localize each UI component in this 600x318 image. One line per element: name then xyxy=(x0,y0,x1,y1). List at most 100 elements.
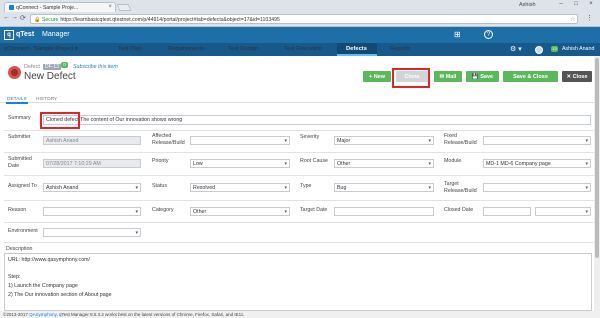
target-date-input[interactable] xyxy=(334,207,434,216)
avatar[interactable] xyxy=(535,46,543,54)
mail-button[interactable]: ✉ Mail xyxy=(434,71,462,82)
module-value: MD-1 MD-6 Company page xyxy=(486,161,551,167)
assigned-to-select[interactable]: Ashish Anand ▾ xyxy=(43,183,141,192)
help-icon[interactable]: ? xyxy=(484,30,493,39)
module-select[interactable]: MD-1 MD-6 Company page ▾ xyxy=(483,159,591,168)
reload-icon[interactable]: ⟳ xyxy=(20,14,26,22)
priority-label: Priority xyxy=(152,158,169,164)
forward-icon[interactable]: → xyxy=(11,14,18,21)
save-close-button[interactable]: Save & Close xyxy=(503,71,558,82)
project-selector[interactable]: qConnect - Sample Project ▾ xyxy=(4,46,78,52)
root-cause-label: Root Cause xyxy=(300,158,328,164)
chevron-down-icon: ▾ xyxy=(284,209,287,215)
description-line: URL: http://www.qasymphony.com/ xyxy=(8,257,91,263)
description-line: 2) The Our innovation section of About p… xyxy=(8,291,112,298)
settings-gear-icon[interactable]: ⚙ ▾ xyxy=(510,45,522,53)
reason-label: Reason xyxy=(8,207,27,213)
closed-time-select[interactable]: ▾ xyxy=(535,207,591,216)
secure-label: 🔒 Secure xyxy=(34,17,59,23)
scrollbar-thumb[interactable] xyxy=(595,58,599,258)
notification-badge[interactable]: 13 xyxy=(551,46,558,52)
nav-requirements[interactable]: Requirements xyxy=(168,46,204,52)
bookmark-star-icon[interactable]: ☆ xyxy=(570,15,576,23)
environment-label: Environment xyxy=(8,228,38,234)
chevron-down-icon: ▾ xyxy=(135,230,138,236)
app-header xyxy=(0,27,600,43)
grid-icon[interactable]: ⊞ xyxy=(454,30,461,39)
status-select[interactable]: Resolved ▾ xyxy=(190,183,290,192)
severity-value: Major xyxy=(337,138,351,144)
chevron-down-icon: ▾ xyxy=(428,138,431,144)
defect-count-badge: 0 xyxy=(61,62,68,68)
nav-defects[interactable]: Defects xyxy=(346,46,367,52)
chevron-down-icon: ▾ xyxy=(135,185,138,191)
reason-select[interactable]: ▾ xyxy=(43,207,141,216)
severity-label: Severity xyxy=(300,134,320,140)
user-name[interactable]: Ashish Anand xyxy=(562,46,594,52)
priority-select[interactable]: Low ▾ xyxy=(190,159,290,168)
divider xyxy=(4,242,596,243)
submitted-date-field: 07/28/2017 7:10:29 AM xyxy=(43,159,141,168)
affected-release-select[interactable]: ▾ xyxy=(190,136,290,145)
tab-details-underline xyxy=(6,102,28,104)
chevron-down-icon: ▾ xyxy=(585,161,588,167)
chevron-down-icon: ▾ xyxy=(284,185,287,191)
tab-history[interactable]: HISTORY xyxy=(36,97,57,102)
description-editor[interactable]: URL: http://www.qasymphony.com/ Step: 1)… xyxy=(4,253,592,311)
tab-title: qConnect - Sample Proje... xyxy=(16,5,79,11)
chevron-down-icon: ▾ xyxy=(585,138,588,144)
assigned-to-label: Assigned To xyxy=(8,183,37,189)
page-title: New Defect xyxy=(24,71,76,82)
tab-close-icon[interactable]: × xyxy=(108,4,112,10)
summary-input[interactable]: Cloned defect The content of Our innovat… xyxy=(43,115,591,125)
description-line: 1) Launch the Company page xyxy=(8,283,78,290)
fixed-release-label: Fixed Release/Build xyxy=(444,133,477,146)
window-close-button[interactable]: × xyxy=(585,1,597,9)
back-icon[interactable]: ← xyxy=(3,14,10,21)
category-select[interactable]: Other ▾ xyxy=(190,207,290,216)
logo-icon: q xyxy=(4,30,14,40)
window-maximize-button[interactable]: □ xyxy=(570,1,582,9)
new-button[interactable]: + New xyxy=(363,71,391,82)
severity-select[interactable]: Major ▾ xyxy=(334,136,434,145)
close-button[interactable]: ✕ Close xyxy=(562,71,592,82)
subscribe-link[interactable]: Subscribe this item xyxy=(73,64,118,70)
target-release-select[interactable]: ▾ xyxy=(483,183,591,192)
browser-profile-chip[interactable]: Ashish xyxy=(519,2,536,8)
nav-test-execution[interactable]: Test Execution xyxy=(284,46,322,52)
browser-menu-icon[interactable]: ⋮ xyxy=(586,14,593,22)
footer-copyright: ©2013-2017 xyxy=(3,312,28,317)
chevron-down-icon: ▾ xyxy=(585,209,588,215)
description-line xyxy=(8,265,588,274)
divider xyxy=(4,175,596,176)
footer-company-link[interactable]: QASymphony xyxy=(29,312,56,317)
nav-test-plan[interactable]: Test Plan xyxy=(118,46,142,52)
summary-label: Summary xyxy=(8,115,31,121)
closed-date-input[interactable] xyxy=(483,207,531,216)
clone-highlight-box xyxy=(392,68,430,88)
status-label: Status xyxy=(152,183,168,189)
window-minimize-button[interactable]: – xyxy=(555,1,567,9)
address-bar[interactable]: 🔒 Secure https://learnbasicqtest.qtestnet… xyxy=(30,14,578,24)
summary-value: The content of Our innovation shows wron… xyxy=(80,117,183,123)
root-cause-select[interactable]: Other ▾ xyxy=(334,159,434,168)
closed-date-label: Closed Date xyxy=(444,207,474,213)
type-select[interactable]: Bug ▾ xyxy=(334,183,434,192)
module-label: Module xyxy=(444,158,462,164)
fixed-release-select[interactable]: ▾ xyxy=(483,136,591,145)
root-cause-value: Other xyxy=(337,161,351,167)
environment-select[interactable]: ▾ xyxy=(43,228,141,237)
bug-icon xyxy=(8,66,21,79)
type-label: Type xyxy=(300,183,312,189)
browser-tab[interactable]: qConnect - Sample Proje... × xyxy=(4,2,116,12)
category-value: Other xyxy=(193,209,207,215)
status-value: Resolved xyxy=(193,185,216,191)
nav-reports[interactable]: Reports xyxy=(390,46,410,52)
save-button[interactable]: 💾 Save xyxy=(466,71,499,82)
new-tab-button[interactable] xyxy=(116,4,132,11)
chevron-down-icon: ▾ xyxy=(428,185,431,191)
footer-note: . qTest Manager 8.5.3.2 works best on th… xyxy=(56,312,245,317)
detail-tabs xyxy=(0,94,600,103)
nav-test-design[interactable]: Test Design xyxy=(228,46,258,52)
logo-text: qTest xyxy=(16,31,35,38)
